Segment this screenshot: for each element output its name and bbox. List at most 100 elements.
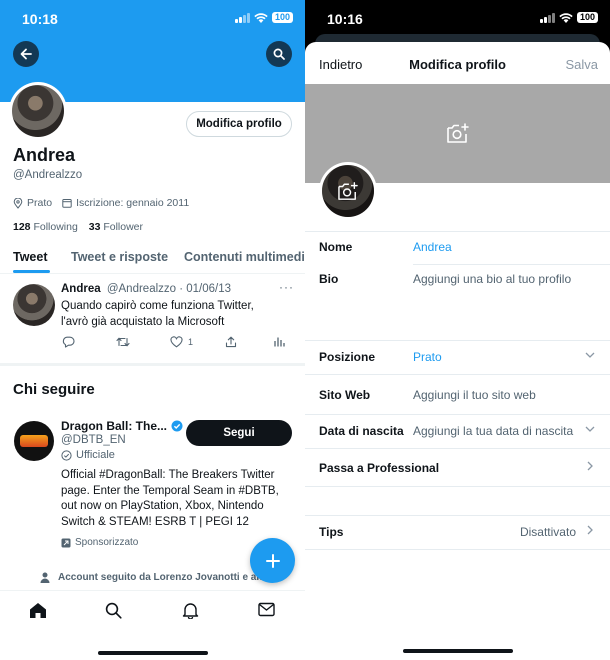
status-bar: 10:18 100 <box>0 0 305 36</box>
name-label: Nome <box>319 240 353 254</box>
like-count: 1 <box>188 337 194 347</box>
tab-contenuti-multimedia[interactable]: Contenuti multimedia <box>184 250 305 264</box>
location-field[interactable]: Prato <box>413 350 442 364</box>
official-check-icon <box>61 449 72 461</box>
messages-envelope-icon[interactable] <box>258 602 275 617</box>
avatar-photo <box>322 165 374 217</box>
explore-search-icon[interactable] <box>105 602 122 619</box>
compose-fab[interactable] <box>250 538 295 583</box>
location-field-row[interactable]: Posizione Prato <box>305 340 610 374</box>
tips-row[interactable]: Tips Disattivato <box>305 515 610 549</box>
profile-name: Andrea <box>13 145 76 165</box>
status-bar-right: 10:16 100 <box>305 0 610 36</box>
sponsored-label: Sponsorizzato <box>75 537 139 548</box>
analytics-icon <box>274 337 285 347</box>
back-button[interactable] <box>13 41 39 67</box>
tab-tweet-e-risposte[interactable]: Tweet e risposte <box>71 250 168 264</box>
name-field-row[interactable]: Nome Andrea <box>305 230 610 264</box>
battery-icon: 100 <box>576 12 598 23</box>
save-button[interactable]: Salva <box>565 57 598 72</box>
tweet-meta: @Andrealzzo · 01/06/13 <box>106 283 232 295</box>
birthdate-field[interactable]: Aggiungi la tua data di nascita <box>413 424 573 438</box>
home-indicator <box>98 651 208 655</box>
tweet-avatar[interactable] <box>13 284 55 326</box>
retweet-button[interactable] <box>116 336 130 348</box>
home-icon[interactable] <box>29 602 47 619</box>
search-button[interactable] <box>266 41 292 67</box>
analytics-button[interactable] <box>274 336 285 347</box>
home-indicator <box>403 649 513 653</box>
battery-icon: 100 <box>271 12 293 23</box>
tweet-header: Andrea @Andrealzzo · 01/06/13 <box>61 283 231 295</box>
official-label-row: Ufficiale <box>61 449 115 461</box>
sponsored-row: Sponsorizzato <box>61 537 138 548</box>
tips-label: Tips <box>319 525 344 539</box>
suggested-account-name-row: Dragon Ball: The... <box>61 419 183 433</box>
suggested-account-name: Dragon Ball: The... <box>61 419 168 433</box>
profile-joined: Iscrizione: gennaio 2011 <box>76 197 190 209</box>
tab-tweet[interactable]: Tweet <box>13 250 48 264</box>
who-to-follow-title: Chi seguire <box>13 381 95 398</box>
following-link[interactable]: 128 Following <box>13 221 78 233</box>
section-divider <box>0 363 305 366</box>
official-label: Ufficiale <box>76 449 115 461</box>
followers-count: 33 <box>88 221 101 233</box>
tips-value: Disattivato <box>519 525 576 539</box>
follow-button[interactable]: Segui <box>186 420 292 446</box>
signal-icon <box>234 12 250 23</box>
arrow-left-icon <box>20 48 32 60</box>
like-button[interactable]: 1 <box>170 336 193 348</box>
tabs-divider <box>0 273 305 274</box>
avatar-edit[interactable] <box>319 162 377 220</box>
edit-profile-sheet: Indietro Modifica profilo Salva Nome And… <box>305 42 610 660</box>
chevron-down-icon <box>585 352 595 358</box>
professional-row[interactable]: Passa a Professional <box>305 451 610 485</box>
chevron-right-icon <box>587 461 593 471</box>
bottom-nav <box>0 590 305 660</box>
edit-profile-screen: 10:16 100 Indietro Modifica profilo Salv… <box>305 0 610 660</box>
heart-icon <box>170 336 183 348</box>
status-time: 10:18 <box>22 11 58 27</box>
profile-handle: @Andrealzzo <box>13 169 83 181</box>
reply-icon <box>62 336 75 348</box>
reply-button[interactable] <box>62 336 75 348</box>
share-icon <box>225 336 237 348</box>
tweet-more-icon[interactable]: ··· <box>279 280 294 294</box>
plus-icon <box>265 553 280 568</box>
tweet-text: Quando capirò come funziona Twitter, l'a… <box>61 300 254 328</box>
followers-link[interactable]: 33 Follower <box>89 221 143 233</box>
website-field[interactable]: Aggiungi il tuo sito web <box>413 388 536 402</box>
promoted-icon <box>61 538 71 547</box>
edit-profile-button[interactable]: Modifica profilo <box>186 111 292 137</box>
add-photo-icon <box>338 181 358 200</box>
bio-field-row[interactable]: Bio Aggiungi una bio al tuo profilo <box>305 262 610 338</box>
notifications-bell-icon[interactable] <box>182 602 199 619</box>
wifi-icon <box>254 12 268 23</box>
retweet-icon <box>116 337 130 347</box>
bio-field[interactable]: Aggiungi una bio al tuo profilo <box>413 272 571 286</box>
tweet-author-name: Andrea <box>61 283 101 295</box>
birthdate-field-row[interactable]: Data di nascita Aggiungi la tua data di … <box>305 414 610 448</box>
profile-location: Prato <box>27 197 53 209</box>
name-field[interactable]: Andrea <box>413 240 452 254</box>
avatar[interactable] <box>9 82 67 140</box>
profile-meta: Prato Iscrizione: gennaio 2011 <box>13 197 189 209</box>
suggested-account-avatar[interactable] <box>14 421 54 461</box>
search-icon <box>273 48 285 60</box>
birthdate-label: Data di nascita <box>319 424 404 438</box>
following-count: 128 <box>13 221 31 233</box>
share-button[interactable] <box>225 336 237 348</box>
verified-badge-icon <box>171 420 183 432</box>
status-time-right: 10:16 <box>327 11 363 27</box>
signal-icon <box>539 12 555 23</box>
website-field-row[interactable]: Sito Web Aggiungi il tuo sito web <box>305 378 610 412</box>
location-label: Posizione <box>319 350 376 364</box>
avatar-photo <box>12 85 64 137</box>
sheet-title: Modifica profilo <box>409 57 506 72</box>
profile-stats: 128 Following 33 Follower <box>13 221 143 233</box>
professional-label: Passa a Professional <box>319 461 440 475</box>
dragon-ball-logo <box>20 435 48 447</box>
add-photo-icon <box>446 123 469 143</box>
chevron-down-icon <box>585 426 595 432</box>
person-icon <box>40 572 50 583</box>
